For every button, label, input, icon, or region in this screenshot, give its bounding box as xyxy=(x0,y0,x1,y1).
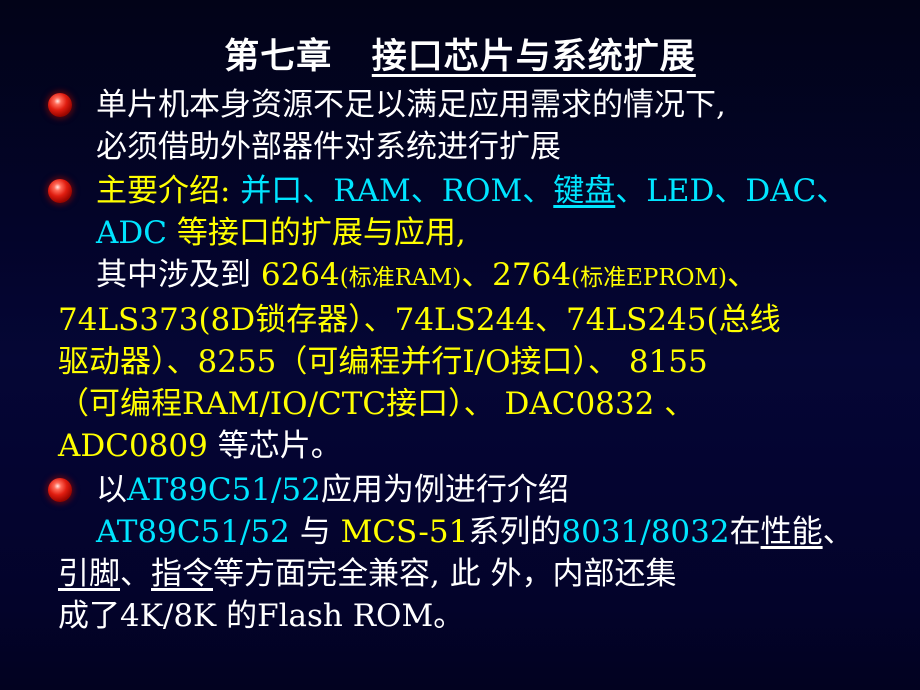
text-run: AT89C51/52 xyxy=(127,472,321,508)
text-run: 键盘 xyxy=(553,173,616,209)
bullet-line: 74LS373(8D锁存器）、74LS244、74LS245(总线 xyxy=(58,299,912,341)
bullet-line: 主要介绍: 并口、RAM、ROM、键盘、LED、DAC、 xyxy=(96,170,912,212)
text-run: 、 xyxy=(727,257,759,293)
text-run: 并口、RAM、ROM、 xyxy=(230,173,554,209)
red-sphere-bullet-icon xyxy=(48,478,72,502)
bullet-line: ADC 等接口的扩展与应用, xyxy=(96,212,912,254)
text-run: 性能 xyxy=(760,514,823,550)
title-underlined-part: 接口芯片与系统扩展 xyxy=(371,37,696,77)
text-run: 必须借助外部器件对系统进行扩展 xyxy=(96,129,561,165)
text-run: （可编程RAM/IO/CTC接口）、 DAC0832 、 xyxy=(58,386,696,422)
bullet-item: 以AT89C51/52应用为例进行介绍 AT89C51/52 与 MCS-51系列… xyxy=(0,469,920,637)
bullet-line: 引脚、指令等方面完全兼容, 此 外，内部还集 xyxy=(58,553,912,595)
text-run: 6264 xyxy=(251,257,340,293)
bullet-line: 单片机本身资源不足以满足应用需求的情况下, xyxy=(96,84,912,126)
text-run: 等接口的扩展与应用, xyxy=(166,215,466,251)
slide-title: 第七章 接口芯片与系统扩展 xyxy=(0,28,920,79)
bullet-line: AT89C51/52 与 MCS-51系列的8031/8032在性能、 xyxy=(96,511,912,553)
slide-canvas: 第七章 接口芯片与系统扩展 单片机本身资源不足以满足应用需求的情况下, 必须借助外… xyxy=(0,0,920,690)
text-run: AT89C51/52 xyxy=(96,514,290,550)
bullet-line: （可编程RAM/IO/CTC接口）、 DAC0832 、 xyxy=(58,383,912,425)
bullet-item: 单片机本身资源不足以满足应用需求的情况下, 必须借助外部器件对系统进行扩展 xyxy=(0,84,920,168)
bullet-line: 驱动器）、8255（可编程并行I/O接口）、 8155 xyxy=(58,341,912,383)
text-run: (标准EPROM) xyxy=(571,265,728,291)
text-run: 等方面完全兼容, 此 外，内部还集 xyxy=(213,556,677,592)
text-run: 、 xyxy=(822,514,854,550)
bullet-line: ADC0809 等芯片。 xyxy=(58,425,912,467)
bullet-line: 必须借助外部器件对系统进行扩展 xyxy=(96,126,912,168)
text-run: 、2764 xyxy=(461,257,572,293)
text-run: 与 xyxy=(289,514,341,550)
title-prefix: 第七章 xyxy=(224,37,333,77)
text-run: 、LED、DAC、 xyxy=(615,173,848,209)
text-run: MCS-51 xyxy=(340,514,469,550)
text-run: 在 xyxy=(729,514,761,550)
text-run: 引脚 xyxy=(58,556,120,592)
slide-body: 单片机本身资源不足以满足应用需求的情况下, 必须借助外部器件对系统进行扩展 主要介绍… xyxy=(0,84,920,639)
text-run: 74LS373(8D锁存器）、74LS244、74LS245(总线 xyxy=(58,302,781,338)
text-run: 其中涉及到 xyxy=(96,257,251,293)
page-title: 第七章 接口芯片与系统扩展 xyxy=(224,37,696,77)
red-sphere-bullet-icon xyxy=(48,179,72,203)
text-run: (标准RAM) xyxy=(339,265,462,291)
text-run: 主要介绍: xyxy=(96,173,231,209)
text-run: 单片机本身资源不足以满足应用需求的情况下, xyxy=(96,87,726,123)
bullet-line: 以AT89C51/52应用为例进行介绍 xyxy=(96,469,912,511)
text-run: 指令 xyxy=(151,556,213,592)
bullet-line: 其中涉及到 6264(标准RAM)、2764(标准EPROM)、 xyxy=(96,254,912,299)
text-run: 8031/8032 xyxy=(561,514,730,550)
bullet-item: 主要介绍: 并口、RAM、ROM、键盘、LED、DAC、 ADC 等接口的扩展与应… xyxy=(0,170,920,467)
text-run: 应用为例进行介绍 xyxy=(320,472,569,508)
text-run: 驱动器）、8255（可编程并行I/O接口）、 8155 xyxy=(58,344,708,380)
text-run: 、 xyxy=(120,556,151,592)
text-run: 以 xyxy=(96,472,127,508)
text-run: ADC xyxy=(96,215,167,251)
bullet-line: 成了4K/8K 的Flash ROM。 xyxy=(58,595,912,637)
text-run: 成了4K/8K 的Flash ROM。 xyxy=(58,598,465,634)
red-sphere-bullet-icon xyxy=(48,93,72,117)
text-run: 系列的 xyxy=(468,514,562,550)
text-run: 等芯片。 xyxy=(207,428,342,464)
text-run: ADC0809 xyxy=(58,428,208,464)
